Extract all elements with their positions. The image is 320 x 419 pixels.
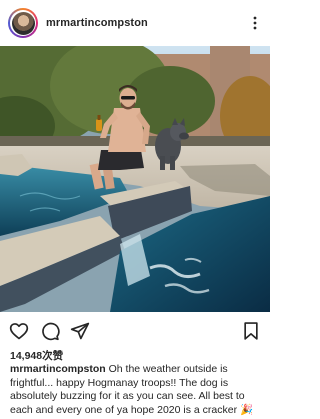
avatar[interactable]: [8, 8, 38, 38]
avatar-image: [11, 11, 35, 35]
post-actions: [0, 318, 270, 344]
likes-count[interactable]: 14,948次赞: [10, 348, 63, 363]
post-photo-illustration: [0, 46, 270, 312]
instagram-post: mrmartincompston 14,948次赞 mrmartincompst…: [0, 0, 270, 419]
bookmark-icon[interactable]: [241, 321, 261, 341]
avatar-frame: [10, 10, 36, 36]
caption: mrmartincompston Oh the weather outside …: [10, 363, 262, 417]
heart-icon[interactable]: [9, 321, 29, 341]
post-photo[interactable]: [0, 46, 270, 312]
paper-plane-icon[interactable]: [70, 321, 90, 341]
post-header: mrmartincompston: [0, 0, 270, 46]
caption-username[interactable]: mrmartincompston: [10, 363, 106, 375]
comment-bubble-icon[interactable]: [40, 321, 60, 341]
username[interactable]: mrmartincompston: [46, 17, 248, 29]
more-vertical-icon[interactable]: [248, 13, 262, 33]
